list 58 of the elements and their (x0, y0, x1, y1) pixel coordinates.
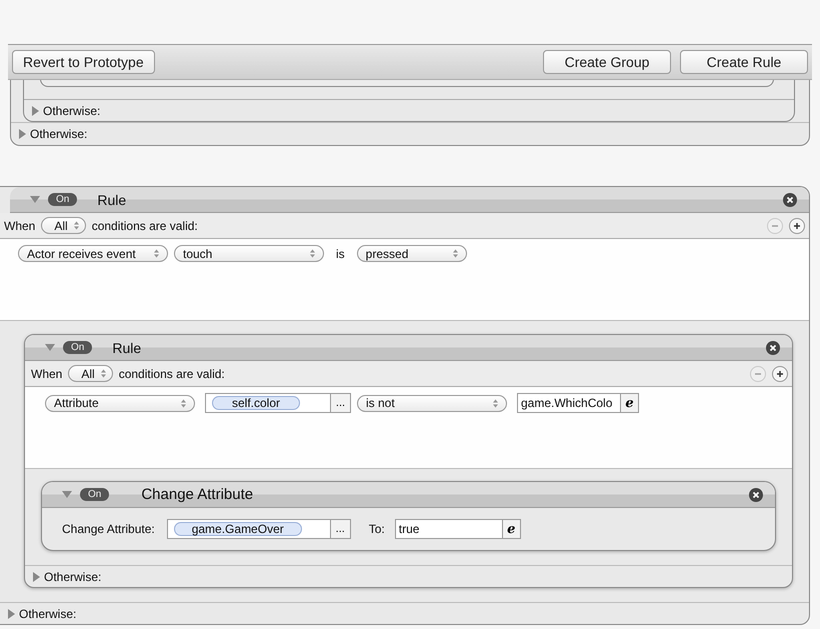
browse-button[interactable]: ... (330, 394, 350, 412)
condition-select[interactable]: Attribute (45, 394, 195, 412)
otherwise-label: Otherwise: (44, 570, 102, 584)
when-label: When (4, 218, 36, 232)
disclosure-triangle-icon[interactable] (33, 572, 40, 582)
field-label: To: (368, 522, 385, 536)
disclosure-triangle-icon[interactable] (45, 344, 55, 351)
toolbar-button[interactable]: Create Group (543, 50, 671, 74)
field-label: Change Attribute: (62, 522, 155, 536)
otherwise-row[interactable]: Otherwise: (0, 602, 809, 624)
attribute-field[interactable]: self.color ... (205, 393, 351, 413)
stepper-icon (181, 398, 186, 408)
disclosure-triangle-icon[interactable] (32, 106, 39, 116)
close-icon[interactable] (783, 192, 797, 206)
rule-title: Rule (112, 340, 142, 356)
condition-select[interactable]: is not (357, 394, 507, 412)
mode-select[interactable]: All (41, 217, 86, 234)
conditions-label: conditions are valid: (118, 366, 225, 380)
mode-select[interactable]: All (68, 365, 113, 382)
add-icon[interactable] (772, 366, 788, 382)
disclosure-triangle-icon[interactable] (8, 608, 15, 618)
otherwise-label: Otherwise: (30, 127, 88, 141)
attribute-field[interactable]: game.GameOver ... (166, 519, 351, 539)
otherwise-label: Otherwise: (19, 606, 76, 620)
add-icon[interactable] (789, 218, 805, 234)
close-icon[interactable] (749, 488, 763, 502)
disclosure-triangle-icon[interactable] (19, 129, 26, 139)
condition-select[interactable]: touch (174, 245, 324, 262)
stepper-icon (493, 398, 498, 408)
when-label: When (31, 366, 62, 380)
on-switch[interactable]: On (48, 193, 78, 206)
otherwise-row[interactable]: Otherwise: (24, 99, 794, 121)
toolbar-button[interactable]: Create Rule (680, 50, 808, 74)
expression-field[interactable]: true e (394, 519, 521, 539)
disclosure-triangle-icon[interactable] (30, 196, 40, 203)
otherwise-label: Otherwise: (43, 104, 100, 118)
close-icon[interactable] (766, 340, 780, 354)
otherwise-row[interactable]: Otherwise: (25, 565, 792, 587)
stepper-icon (154, 249, 159, 258)
expression-editor-button[interactable]: e (502, 520, 520, 538)
rule-title: Rule (97, 192, 126, 208)
toolbar-button[interactable]: Revert to Prototype (12, 50, 155, 74)
conditions-label: conditions are valid: (92, 218, 198, 232)
action-title: Change Attribute (141, 486, 254, 503)
stepper-icon (74, 221, 79, 230)
browse-button[interactable]: ... (330, 520, 350, 538)
otherwise-row[interactable]: Otherwise: (11, 122, 809, 145)
condition-select[interactable]: pressed (356, 245, 467, 262)
expression-editor-button[interactable]: e (620, 394, 638, 412)
on-switch[interactable]: On (80, 488, 110, 501)
stepper-icon (452, 249, 458, 258)
condition-label: is (335, 246, 346, 260)
expression-field[interactable]: game.WhichColo e (517, 393, 639, 413)
condition-select[interactable]: Actor receives event (18, 245, 168, 262)
on-switch[interactable]: On (63, 341, 92, 354)
disclosure-triangle-icon[interactable] (62, 491, 72, 498)
stepper-icon (310, 249, 315, 258)
stepper-icon (100, 369, 106, 378)
